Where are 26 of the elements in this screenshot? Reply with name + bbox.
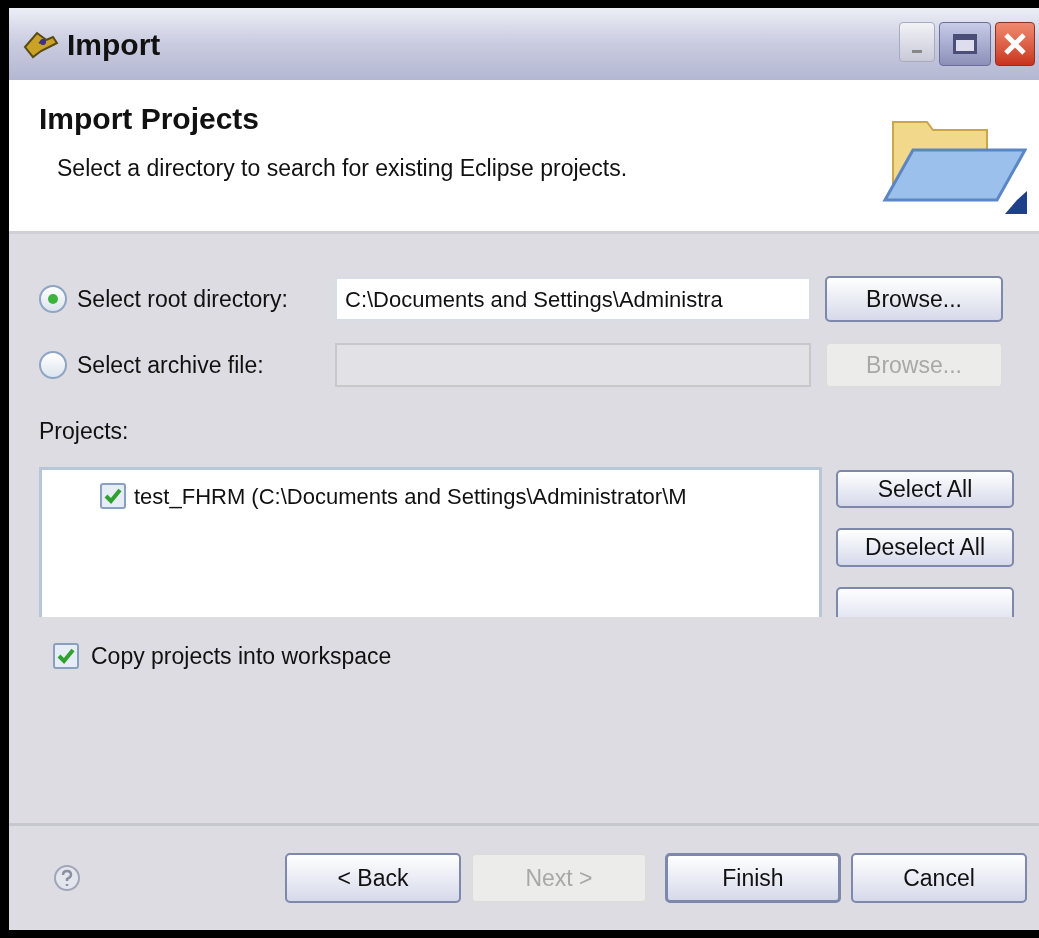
select-all-button[interactable]: Select All (836, 469, 1014, 508)
checkbox-label: Copy projects into workspace (91, 641, 392, 671)
projects-label: Projects: (39, 417, 130, 446)
page-title: Import Projects (39, 101, 261, 137)
path-field[interactable] (335, 343, 811, 387)
radio-button[interactable] (39, 285, 67, 313)
radio-button[interactable] (39, 351, 67, 379)
dialog-button[interactable]: Cancel (851, 853, 1027, 903)
plug-icon (23, 29, 59, 59)
close-button[interactable] (995, 22, 1035, 66)
minimize-button[interactable] (899, 22, 935, 62)
maximize-button[interactable] (939, 22, 991, 66)
close-icon (1002, 31, 1028, 57)
browse-button[interactable]: Browse... (825, 276, 1003, 322)
dialog-button[interactable]: Finish (665, 853, 841, 903)
path-field[interactable]: C:\Documents and Settings\Administra (335, 277, 811, 321)
window-title: Import (67, 26, 161, 63)
page-description: Select a directory to search for existing Eclipse projects. (57, 154, 628, 183)
radio-label: Select root directory: (77, 284, 289, 314)
project-item[interactable]: test_FHRM (C:\Documents and Settings\Administrator\M (134, 479, 687, 513)
checkbox[interactable] (100, 483, 126, 509)
dialog-button[interactable]: < Back (285, 853, 461, 903)
deselect-all-button[interactable]: Deselect All (836, 528, 1014, 567)
radio-label: Select archive file: (77, 350, 265, 380)
help-icon[interactable] (53, 864, 81, 892)
checkbox[interactable] (53, 642, 79, 669)
